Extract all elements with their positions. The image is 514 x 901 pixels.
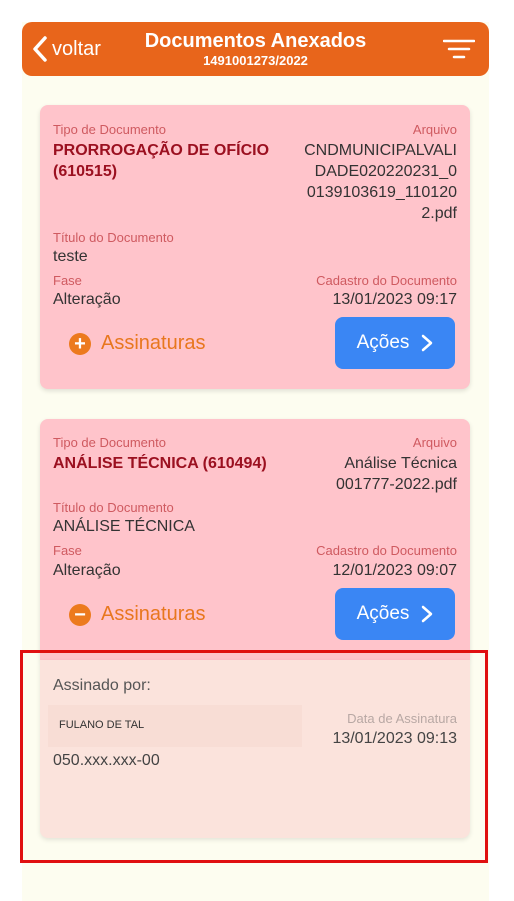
assinaturas-label: Assinaturas: [101, 603, 206, 625]
page-title: Documentos Anexados: [144, 30, 367, 52]
fase-label: Fase: [53, 543, 82, 558]
assinaturas-toggle[interactable]: − Assinaturas: [69, 603, 206, 626]
acoes-label: Ações: [356, 332, 410, 353]
fase-value: Alteração: [53, 291, 121, 308]
back-label: voltar: [52, 37, 101, 60]
acoes-button[interactable]: Ações: [335, 588, 455, 640]
arquivo-value-line[interactable]: 001777-2022.pdf: [336, 474, 457, 495]
titulo-label: Título do Documento: [53, 230, 174, 245]
acoes-label: Ações: [356, 603, 410, 624]
tipo-label: Tipo de Documento: [53, 122, 166, 137]
arquivo-value-line[interactable]: Análise Técnica: [344, 453, 457, 474]
filter-icon[interactable]: [443, 37, 475, 61]
cadastro-value: 12/01/2023 09:07: [332, 562, 457, 579]
arquivo-label: Arquivo: [412, 435, 457, 450]
titulo-value: teste: [53, 248, 88, 265]
chevron-left-icon: [33, 36, 47, 62]
chevron-right-icon: [422, 605, 433, 623]
titulo-label: Título do Documento: [53, 500, 174, 515]
arquivo-label: Arquivo: [412, 122, 457, 137]
tipo-value-line: ANÁLISE TÉCNICA (610494): [53, 455, 267, 472]
title-block: Documentos Anexados 1491001273/2022: [122, 30, 389, 69]
acoes-button[interactable]: Ações: [335, 317, 455, 369]
tipo-label: Tipo de Documento: [53, 435, 166, 450]
tipo-value-line: PRORROGAÇÃO DE OFÍCIO: [53, 142, 270, 159]
assinaturas-label: Assinaturas: [101, 332, 206, 354]
cadastro-label: Cadastro do Documento: [316, 273, 457, 288]
document-card: Tipo de Documento ANÁLISE TÉCNICA (61049…: [40, 419, 470, 660]
arquivo-value-line[interactable]: CNDMUNICIPALVALI: [304, 140, 457, 161]
cadastro-value: 13/01/2023 09:17: [332, 291, 457, 308]
cadastro-label: Cadastro do Documento: [316, 543, 457, 558]
titulo-value: ANÁLISE TÉCNICA: [53, 518, 195, 535]
top-bar: voltar Documentos Anexados 1491001273/20…: [22, 22, 489, 76]
assinaturas-toggle[interactable]: + Assinaturas: [69, 332, 206, 355]
back-button[interactable]: voltar: [32, 34, 101, 64]
process-number: 1491001273/2022: [203, 53, 308, 68]
arquivo-value-line[interactable]: 2.pdf: [421, 203, 457, 224]
chevron-right-icon: [422, 334, 433, 352]
arquivo-value-line[interactable]: DADE020220231_0: [315, 161, 457, 182]
plus-circle-icon: +: [69, 332, 91, 355]
tipo-value-line: (610515): [53, 163, 118, 180]
fase-value: Alteração: [53, 562, 121, 579]
highlight-box: [20, 650, 488, 863]
fase-label: Fase: [53, 273, 82, 288]
minus-circle-icon: −: [69, 603, 91, 626]
document-card: Tipo de Documento PRORROGAÇÃO DE OFÍCIO …: [40, 105, 470, 389]
arquivo-value-line[interactable]: 0139103619_110120: [307, 182, 457, 203]
